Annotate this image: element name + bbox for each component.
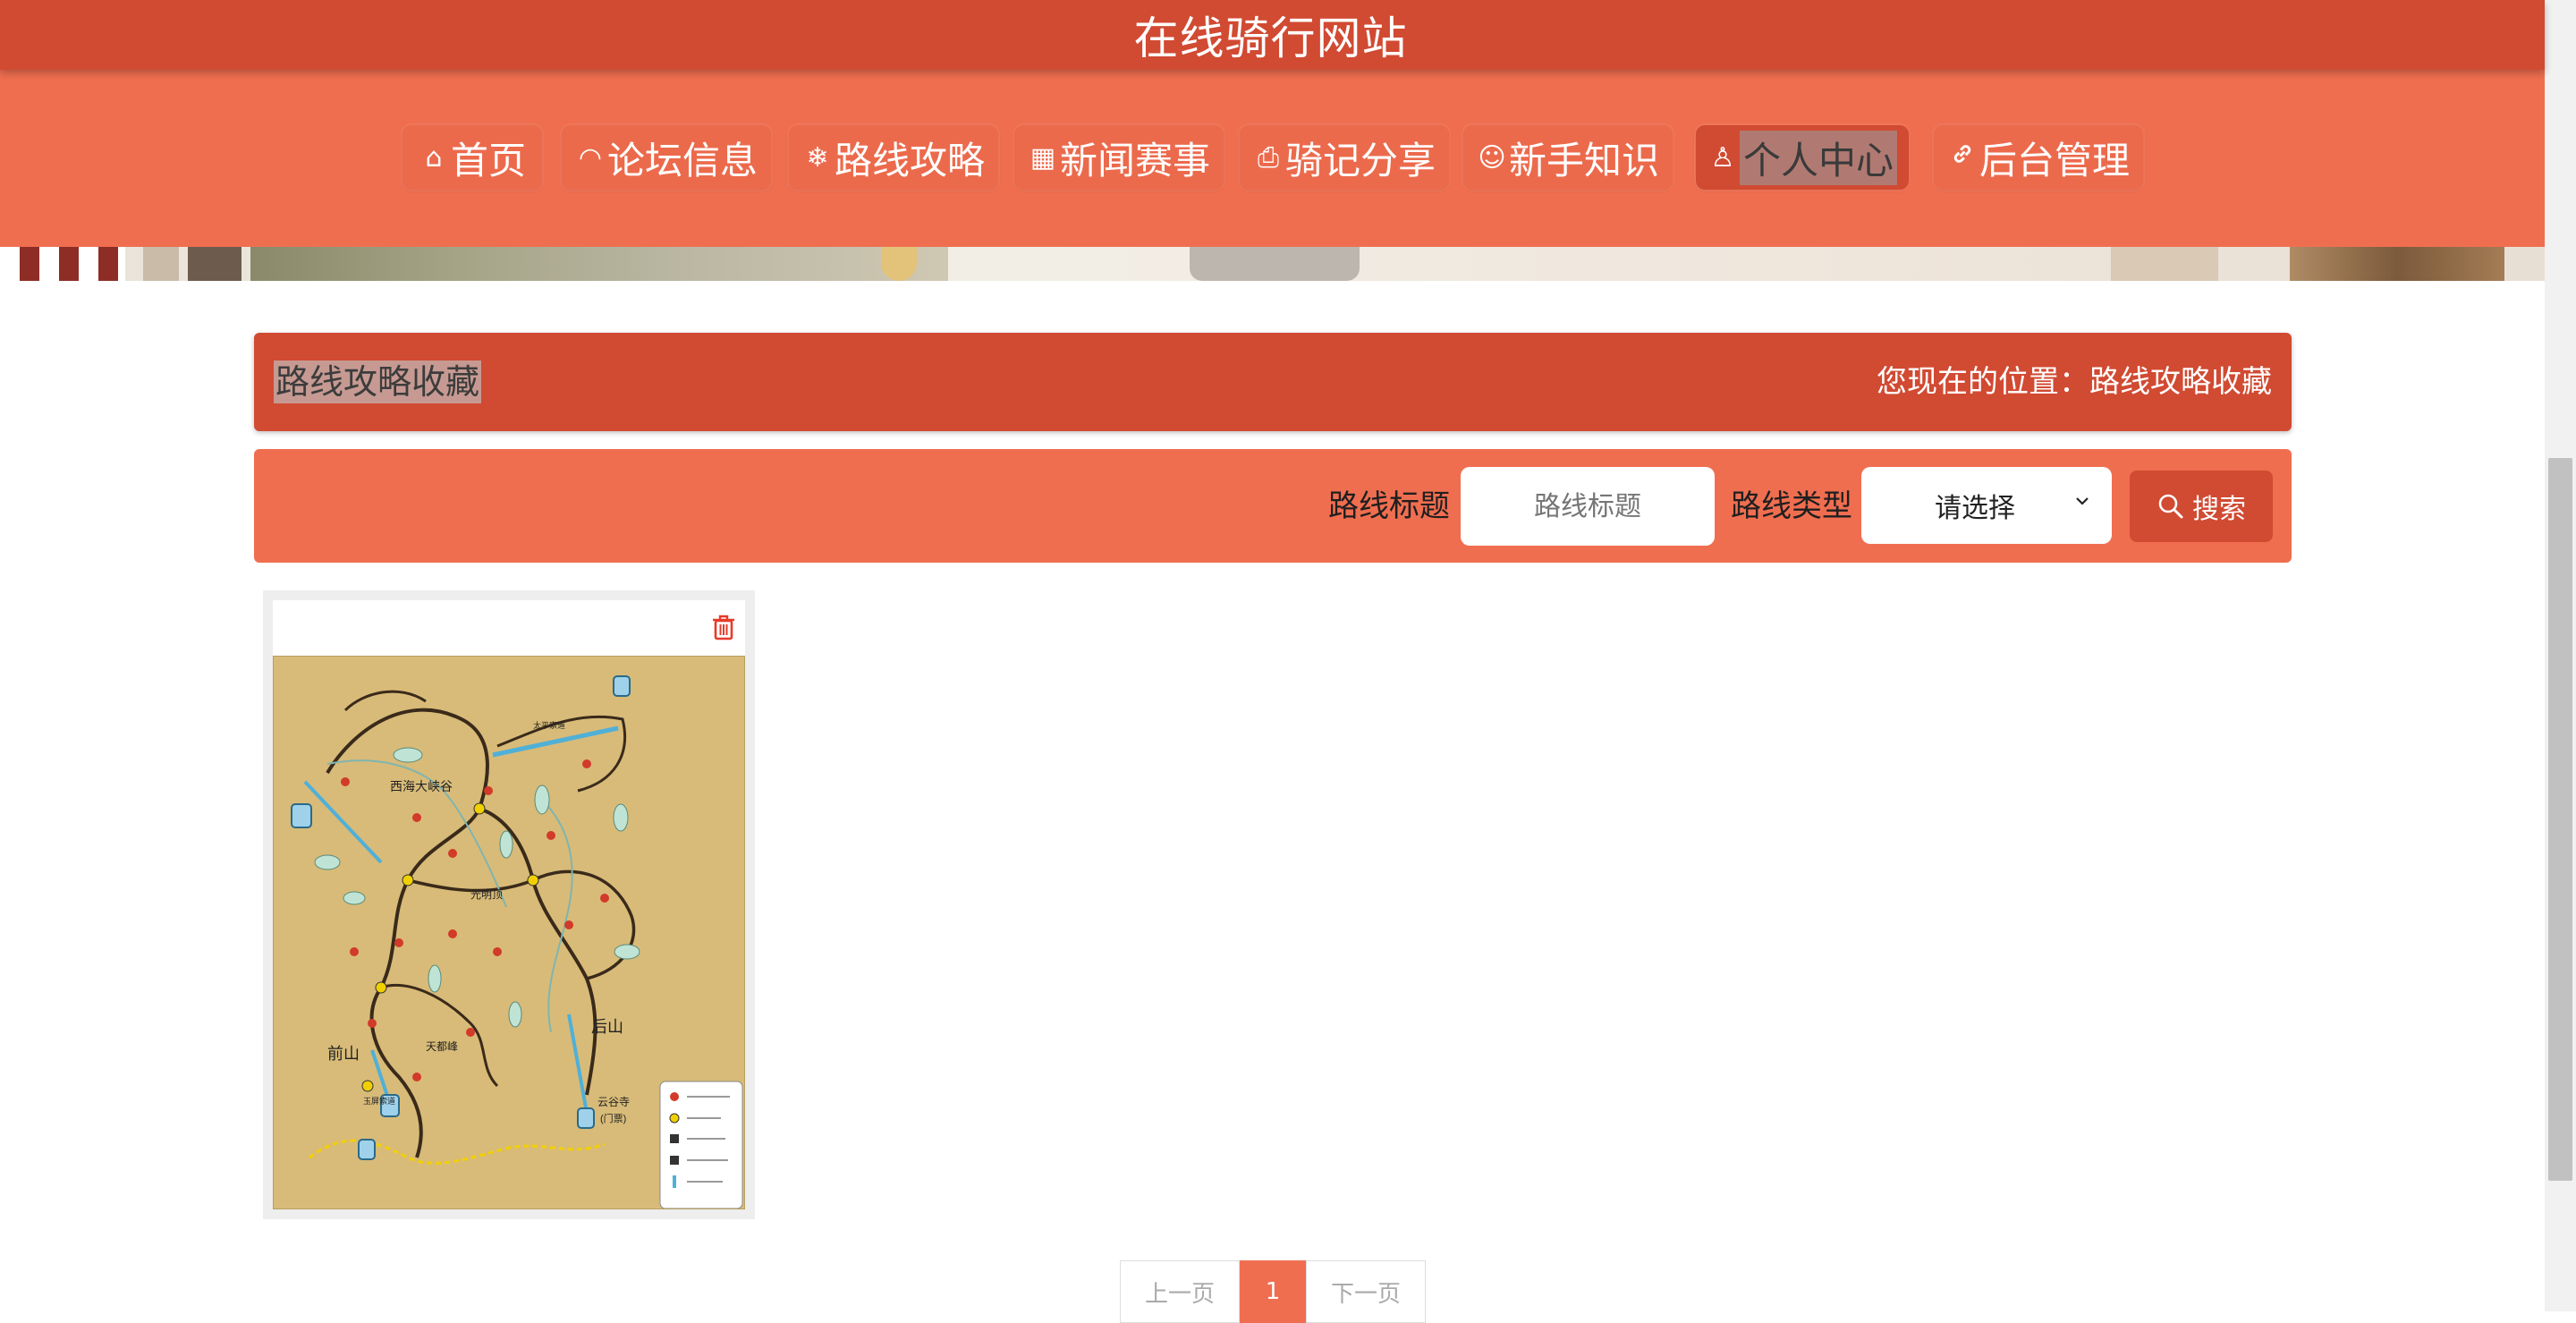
- nav-item-routes[interactable]: ❄ 路线攻略: [789, 125, 998, 190]
- snowflake-icon: ❄: [806, 141, 829, 174]
- page-title: 路线攻略收藏: [274, 360, 482, 403]
- link-icon: [1947, 140, 1978, 174]
- nav-item-admin[interactable]: 后台管理: [1934, 125, 2143, 190]
- home-icon: ⌂: [425, 141, 443, 174]
- route-title-input[interactable]: [1461, 467, 1715, 546]
- prev-page-button[interactable]: 上一页: [1120, 1260, 1240, 1323]
- map-label: 玉屏索道: [363, 1096, 395, 1106]
- banner-decor: [2290, 247, 2504, 281]
- map-label: 天都峰: [426, 1040, 458, 1053]
- search-bar: 路线标题 路线类型 请选择 搜索: [254, 449, 2292, 563]
- route-type-value: 请选择: [1935, 493, 2015, 524]
- page-header: 路线攻略收藏 您现在的位置：路线攻略收藏: [254, 333, 2292, 431]
- nav-item-beginner[interactable]: ☺ 新手知识: [1463, 125, 1673, 190]
- route-map-image[interactable]: 西海大峡谷 光明顶 天都峰 前山 后山 云谷寺 (门票) 太平索道 玉屏索道: [273, 656, 745, 1209]
- breadcrumb-prefix: 您现在的位置：: [1877, 364, 2089, 400]
- banner-slider-handle: [1190, 247, 1360, 281]
- next-page-button[interactable]: 下一页: [1306, 1260, 1426, 1323]
- smile-icon: ☺: [1478, 141, 1506, 174]
- map-label: 后山: [591, 1018, 623, 1036]
- banner-foliage: [250, 247, 948, 281]
- main-nav: ⌂ 首页 ◠ 论坛信息 ❄ 路线攻略 ▦ 新闻赛事 ⎙ 骑记分享 ☺ 新手知识 ♙ 个人中心 …: [0, 125, 2545, 193]
- banner-decor: [2111, 247, 2218, 281]
- user-icon: ♙: [1710, 141, 1735, 174]
- banner-post: [188, 247, 242, 281]
- printer-icon: ⎙: [1257, 141, 1279, 174]
- nav-item-forum[interactable]: ◠ 论坛信息: [562, 125, 771, 190]
- nav-item-news[interactable]: ▦ 新闻赛事: [1014, 125, 1224, 190]
- breadcrumb: 您现在的位置：路线攻略收藏: [1877, 360, 2272, 403]
- banner-stripes: [0, 247, 125, 281]
- nav-band: ⌂ 首页 ◠ 论坛信息 ❄ 路线攻略 ▦ 新闻赛事 ⎙ 骑记分享 ☺ 新手知识 ♙ 个人中心 …: [0, 70, 2545, 247]
- map-legend: [659, 1081, 743, 1209]
- search-icon: [2158, 494, 2183, 519]
- route-type-label: 路线类型: [1731, 488, 1852, 524]
- search-button-label: 搜索: [2192, 494, 2246, 525]
- map-label: 太平索道: [533, 720, 565, 730]
- search-button[interactable]: 搜索: [2130, 471, 2273, 542]
- route-type-select[interactable]: 请选择: [1861, 467, 2112, 544]
- chevron-down-icon: [2072, 490, 2092, 517]
- pagination: 上一页 1 下一页: [1120, 1260, 1426, 1323]
- favorite-card[interactable]: 西海大峡谷 光明顶 天都峰 前山 后山 云谷寺 (门票) 太平索道 玉屏索道: [263, 590, 755, 1219]
- page-number-current[interactable]: 1: [1240, 1260, 1306, 1323]
- map-label: 光明顶: [470, 888, 503, 901]
- map-label: 西海大峡谷: [390, 779, 453, 793]
- banner-image: [0, 247, 2545, 281]
- nav-item-home[interactable]: ⌂ 首页: [402, 125, 542, 190]
- card-header: [273, 600, 745, 652]
- route-title-label: 路线标题: [1328, 488, 1450, 524]
- grid-icon: ▦: [1030, 141, 1056, 174]
- site-title: 在线骑行网站: [1133, 13, 1408, 64]
- map-label: 云谷寺: [597, 1096, 630, 1108]
- dashboard-icon: ◠: [578, 141, 603, 174]
- trash-icon[interactable]: [709, 613, 738, 645]
- scrollbar-thumb[interactable]: [2548, 458, 2572, 1181]
- breadcrumb-current[interactable]: 路线攻略收藏: [2089, 364, 2272, 400]
- nav-item-profile[interactable]: ♙ 个人中心: [1696, 125, 1909, 190]
- map-label: (门票): [600, 1112, 626, 1124]
- site-header: 在线骑行网站: [0, 0, 2545, 70]
- nav-item-share[interactable]: ⎙ 骑记分享: [1240, 125, 1449, 190]
- card-body: 西海大峡谷 光明顶 天都峰 前山 后山 云谷寺 (门票) 太平索道 玉屏索道: [273, 600, 745, 1209]
- map-label: 前山: [327, 1045, 360, 1063]
- banner-post: [143, 247, 179, 281]
